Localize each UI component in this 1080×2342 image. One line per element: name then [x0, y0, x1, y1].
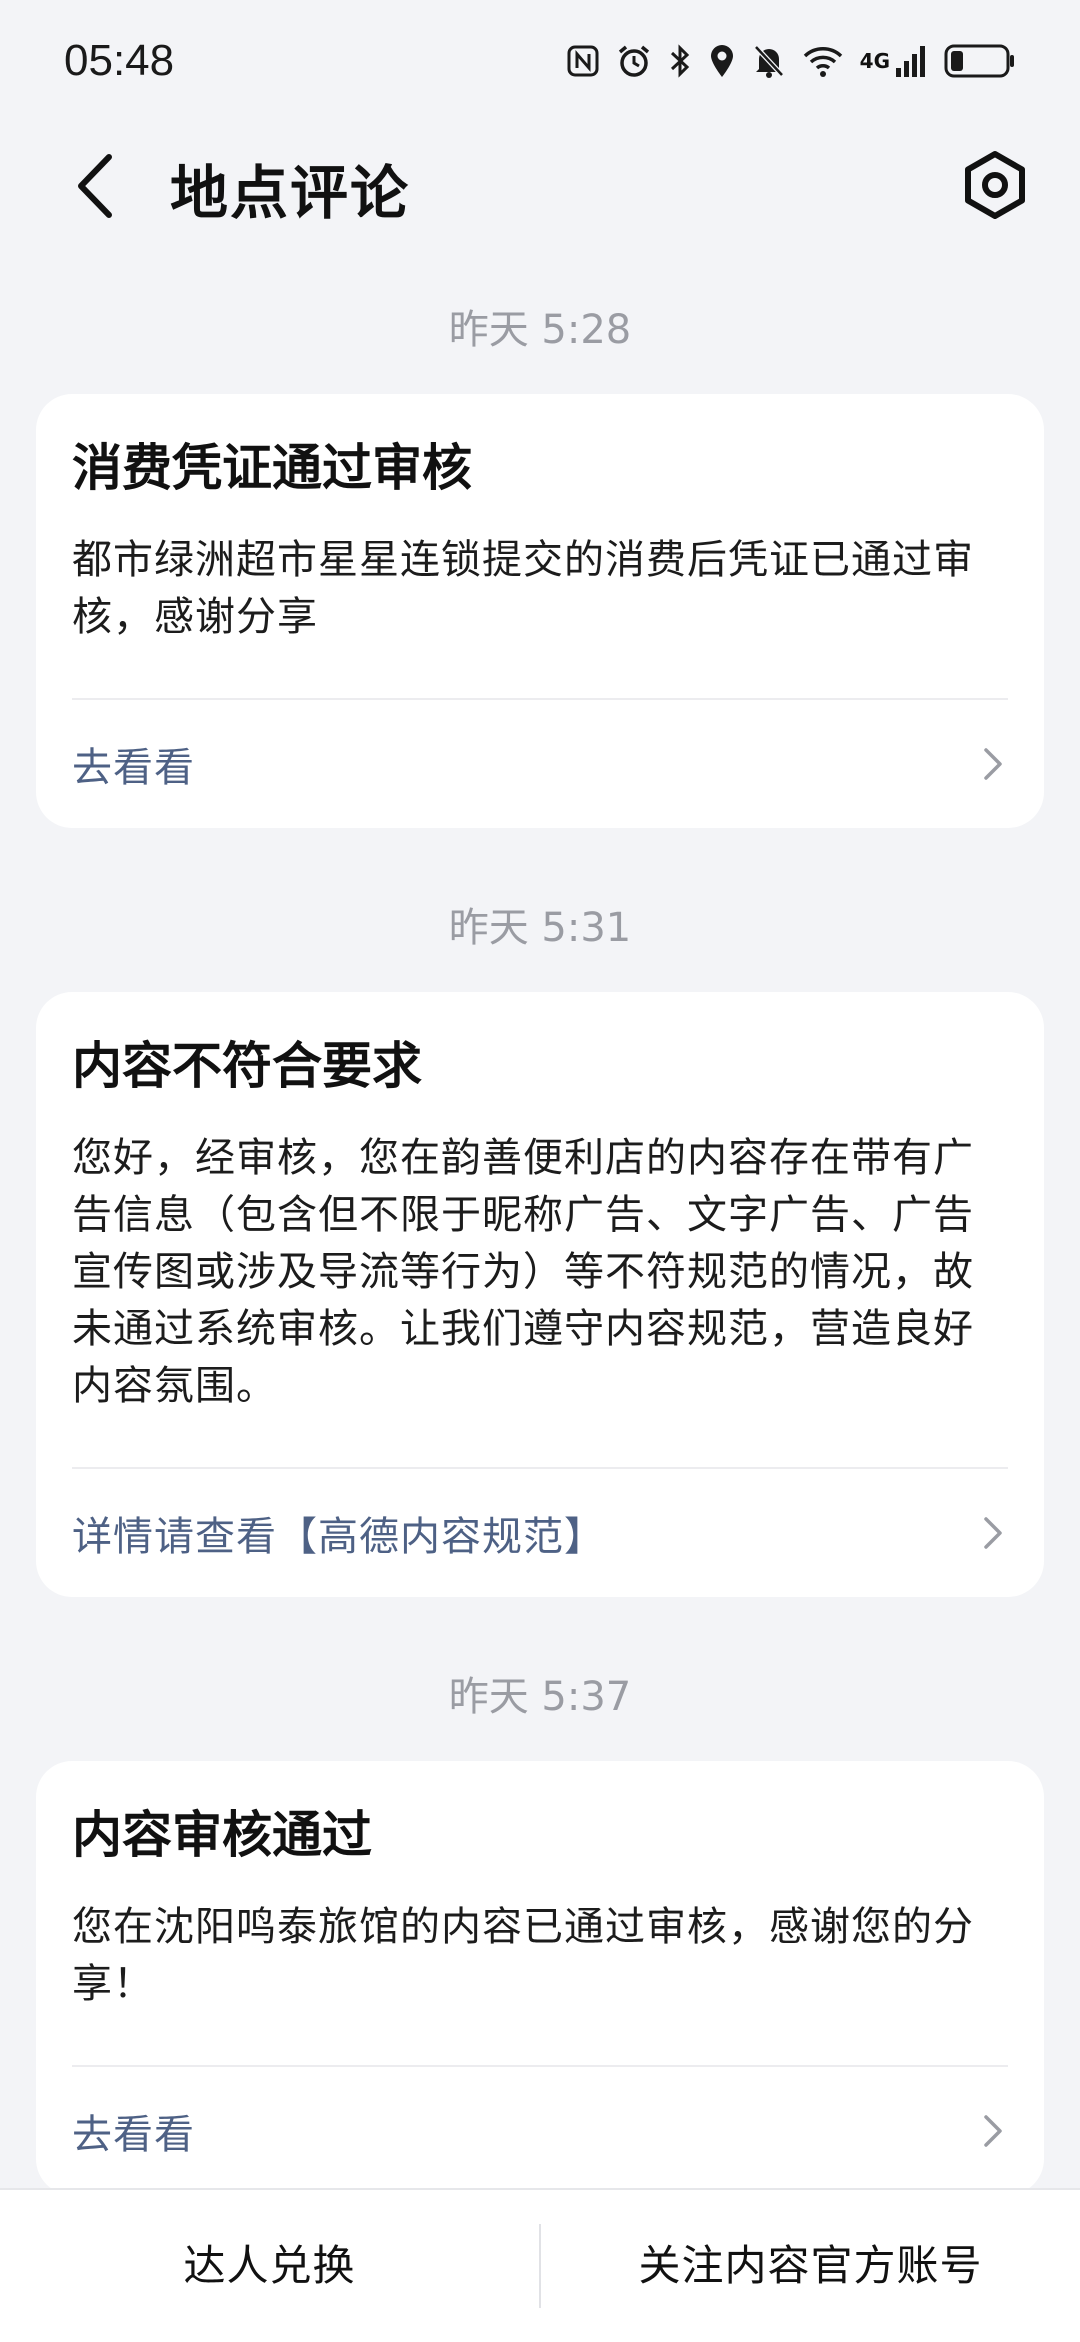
message-title: 内容不符合要求: [72, 1037, 422, 1095]
message-timestamp: 昨天 5:37: [448, 1674, 632, 1720]
network-type-label: 4G: [859, 49, 890, 73]
message-body: 都市绿洲超市星星连锁提交的消费后凭证已通过审核，感谢分享: [72, 537, 974, 640]
cellular-signal-icon: 4G: [860, 44, 928, 78]
chevron-right-icon: [978, 1513, 1008, 1553]
message-timestamp: 昨天 5:28: [448, 307, 632, 353]
message-title: 内容审核通过: [72, 1806, 372, 1864]
expert-redeem-button[interactable]: 达人兑换: [0, 2190, 539, 2342]
header: 地点评论: [0, 120, 1080, 250]
chevron-left-icon: [75, 153, 115, 223]
link-label: 去看看: [72, 2112, 195, 2158]
message-body: 您在沈阳鸣泰旅馆的内容已通过审核，感谢您的分享！: [72, 1904, 974, 2007]
view-details-link[interactable]: 去看看: [36, 2067, 1044, 2195]
message-card: 内容审核通过 您在沈阳鸣泰旅馆的内容已通过审核，感谢您的分享！ 去看看: [36, 1761, 1044, 2195]
chevron-right-icon: [978, 2111, 1008, 2151]
mute-icon: [752, 43, 786, 79]
follow-official-account-button[interactable]: 关注内容官方账号: [541, 2190, 1080, 2342]
chevron-right-icon: [978, 744, 1008, 784]
message-feed: 昨天 5:28 消费凭证通过审核 都市绿洲超市星星连锁提交的消费后凭证已通过审核…: [36, 300, 1044, 2195]
message-title: 消费凭证通过审核: [72, 439, 472, 497]
message-timestamp: 昨天 5:31: [448, 905, 632, 951]
status-bar: 05:48 4G: [0, 0, 1080, 120]
alarm-icon: [616, 43, 652, 79]
back-button[interactable]: [60, 148, 130, 228]
content-guidelines-link[interactable]: 详情请查看【高德内容规范】: [36, 1469, 1044, 1597]
link-label: 详情请查看【高德内容规范】: [72, 1514, 605, 1560]
view-details-link[interactable]: 去看看: [36, 700, 1044, 828]
status-icons: 4G: [566, 36, 1016, 86]
nfc-icon: [566, 44, 600, 78]
settings-hexagon-icon: [960, 150, 1030, 224]
status-time: 05:48: [64, 36, 175, 85]
battery-icon: [944, 44, 1016, 78]
settings-button[interactable]: [950, 142, 1040, 232]
bluetooth-icon: [668, 43, 692, 79]
location-icon: [708, 43, 736, 79]
bottom-action-bar: 达人兑换 关注内容官方账号: [0, 2188, 1080, 2342]
link-label: 去看看: [72, 745, 195, 791]
message-card: 内容不符合要求 您好，经审核，您在韵善便利店的内容存在带有广告信息（包含但不限于…: [36, 992, 1044, 1597]
message-card: 消费凭证通过审核 都市绿洲超市星星连锁提交的消费后凭证已通过审核，感谢分享 去看…: [36, 394, 1044, 828]
page-title: 地点评论: [170, 159, 411, 227]
message-body: 您好，经审核，您在韵善便利店的内容存在带有广告信息（包含但不限于昵称广告、文字广…: [72, 1135, 974, 1409]
wifi-icon: [802, 44, 844, 78]
